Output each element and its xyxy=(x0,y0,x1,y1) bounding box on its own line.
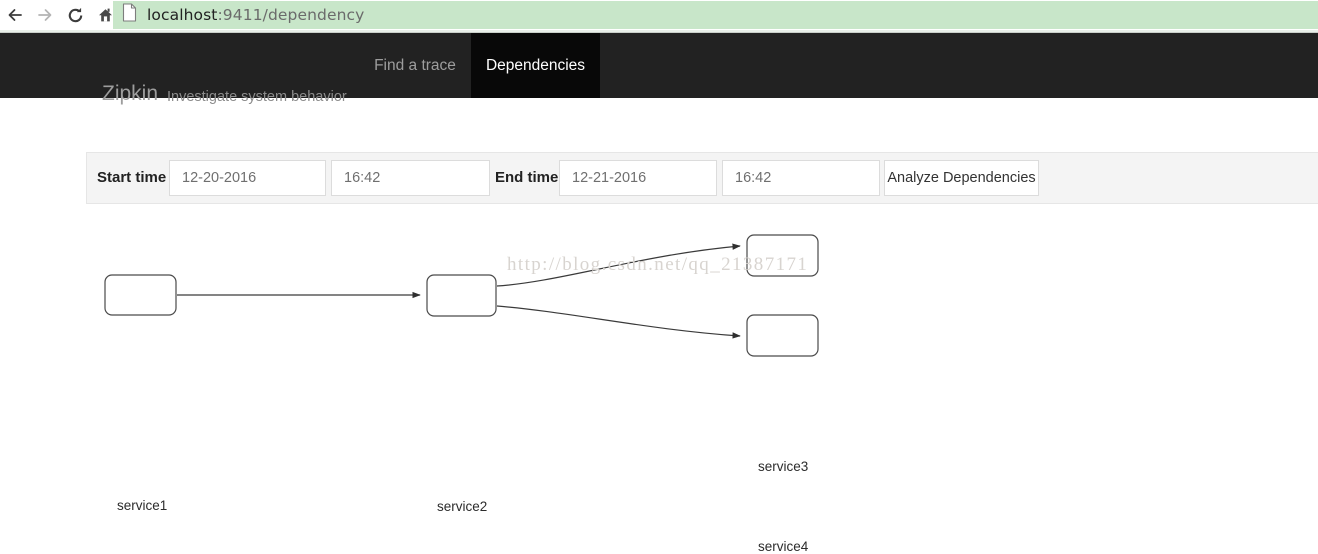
page-document-icon xyxy=(122,3,138,27)
url-text: localhost:9411/dependency xyxy=(147,6,364,24)
brand-zipkin[interactable]: Zipkin xyxy=(102,83,158,104)
forward-arrow-icon xyxy=(36,6,54,24)
nav-item-dependencies-label: Dependencies xyxy=(485,56,586,74)
end-time-label: End time xyxy=(495,169,559,186)
nav-item-find-a-trace-label: Find a trace xyxy=(374,56,456,74)
browser-toolbar: localhost:9411/dependency xyxy=(0,0,1318,30)
end-date-input[interactable]: 12-21-2016 xyxy=(559,160,717,196)
nav-item-dependencies[interactable]: Dependencies xyxy=(471,33,600,98)
url-path: :9411/dependency xyxy=(217,6,365,24)
graph-node-service2-label: service2 xyxy=(437,499,488,514)
end-time-input[interactable]: 16:42 xyxy=(722,160,880,196)
graph-node-service4[interactable] xyxy=(746,314,819,357)
zipkin-navbar: Zipkin Investigate system behavior xyxy=(0,33,1318,104)
start-date-input[interactable]: 12-20-2016 xyxy=(169,160,326,196)
back-button[interactable] xyxy=(0,0,30,30)
analyze-dependencies-button[interactable]: Analyze Dependencies xyxy=(884,160,1039,196)
graph-node-service1-label: service1 xyxy=(117,498,168,513)
graph-node-service3-label: service3 xyxy=(758,459,809,474)
url-host: localhost xyxy=(147,6,218,24)
graph-node-service1[interactable] xyxy=(104,274,177,316)
nav-item-find-a-trace[interactable]: Find a trace xyxy=(363,33,467,98)
start-time-input[interactable]: 16:42 xyxy=(331,160,490,196)
start-time-label: Start time xyxy=(97,169,167,186)
forward-button[interactable] xyxy=(30,0,60,30)
graph-node-service2[interactable] xyxy=(426,274,497,317)
back-arrow-icon xyxy=(6,6,24,24)
address-bar[interactable]: localhost:9411/dependency xyxy=(113,1,1318,29)
graph-node-service4-label: service4 xyxy=(758,539,809,554)
reload-icon xyxy=(66,6,85,25)
edge-service2-service4 xyxy=(496,305,741,339)
home-icon xyxy=(96,6,115,25)
brand-tagline: Investigate system behavior xyxy=(167,89,347,105)
reload-button[interactable] xyxy=(60,0,90,30)
watermark-text: http://blog.csdn.net/qq_21387171 xyxy=(507,254,809,275)
